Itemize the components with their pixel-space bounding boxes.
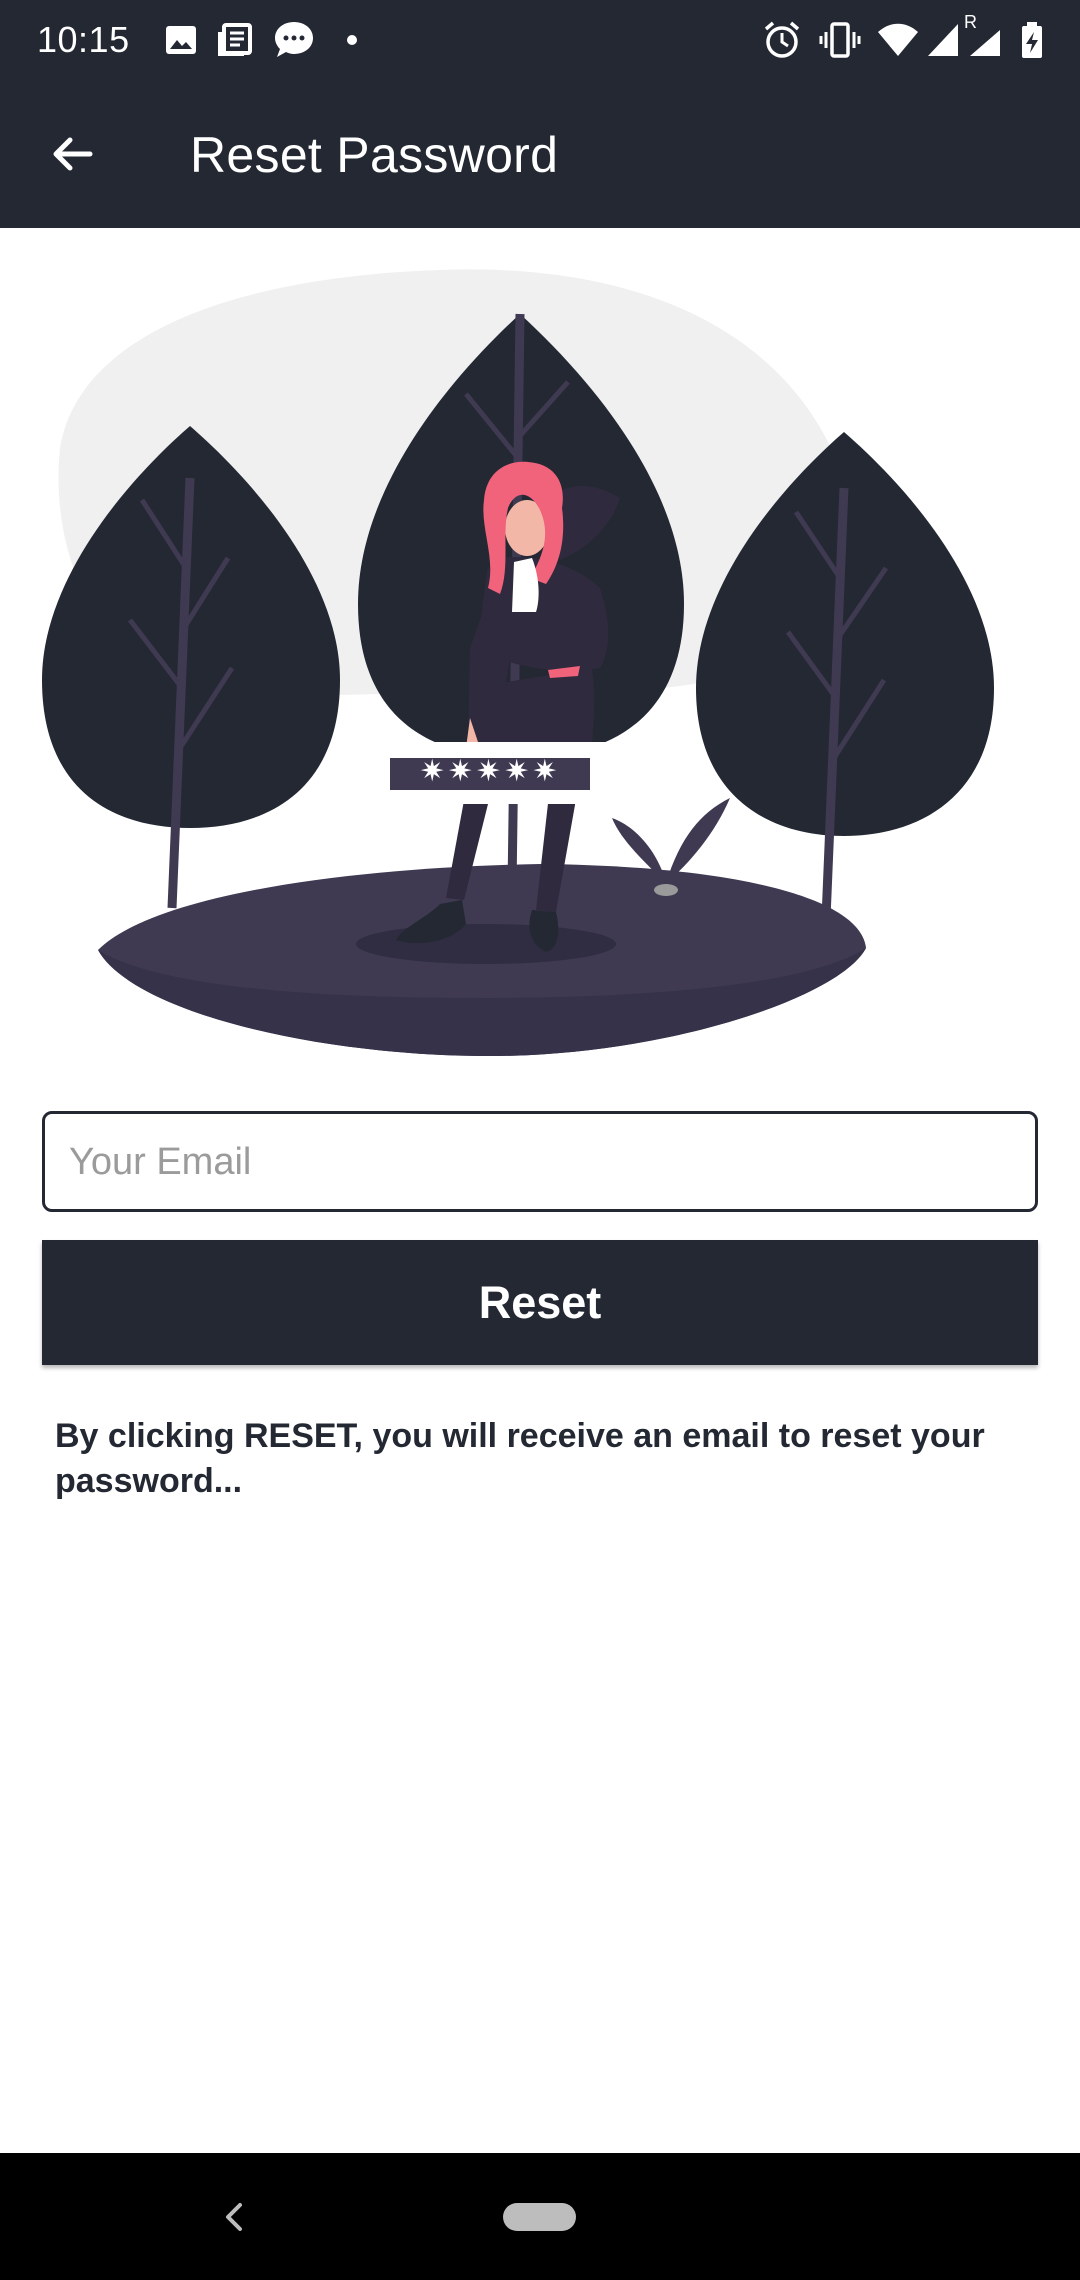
email-input[interactable] — [67, 1114, 1021, 1211]
reset-password-illustration: ✷✷✷✷✷ — [0, 228, 1080, 1088]
wifi-icon — [876, 18, 920, 62]
chat-bubble-icon — [272, 18, 316, 62]
nav-home-pill[interactable] — [503, 2203, 576, 2231]
reset-info-text: By clicking RESET, you will receive an e… — [55, 1417, 985, 1500]
battery-charging-icon — [1010, 18, 1054, 62]
reset-button[interactable]: Reset — [42, 1240, 1038, 1365]
news-icon — [214, 18, 258, 62]
signal-roaming-icon: R — [964, 12, 1008, 62]
status-time: 10:15 — [37, 19, 130, 60]
alarm-icon — [760, 18, 804, 62]
arrow-left-icon — [48, 130, 96, 183]
back-button[interactable] — [30, 114, 114, 198]
nav-back-icon[interactable] — [214, 2193, 254, 2241]
vibrate-icon — [818, 18, 862, 62]
status-bar: 10:15 R — [0, 0, 1080, 80]
password-mask: ✷✷✷✷✷ — [419, 754, 561, 789]
page-title: Reset Password — [190, 127, 559, 183]
image-icon — [160, 18, 204, 62]
reset-password-screen: 10:15 R Reset Password ✷✷✷✷✷ Your Email … — [0, 0, 1080, 2280]
app-bar: Reset Password — [0, 80, 1080, 228]
system-nav-bar — [0, 2153, 1080, 2280]
email-field[interactable] — [42, 1111, 1038, 1212]
roaming-label: R — [964, 12, 977, 32]
signal-icon — [922, 18, 966, 62]
dot-icon — [330, 18, 374, 62]
